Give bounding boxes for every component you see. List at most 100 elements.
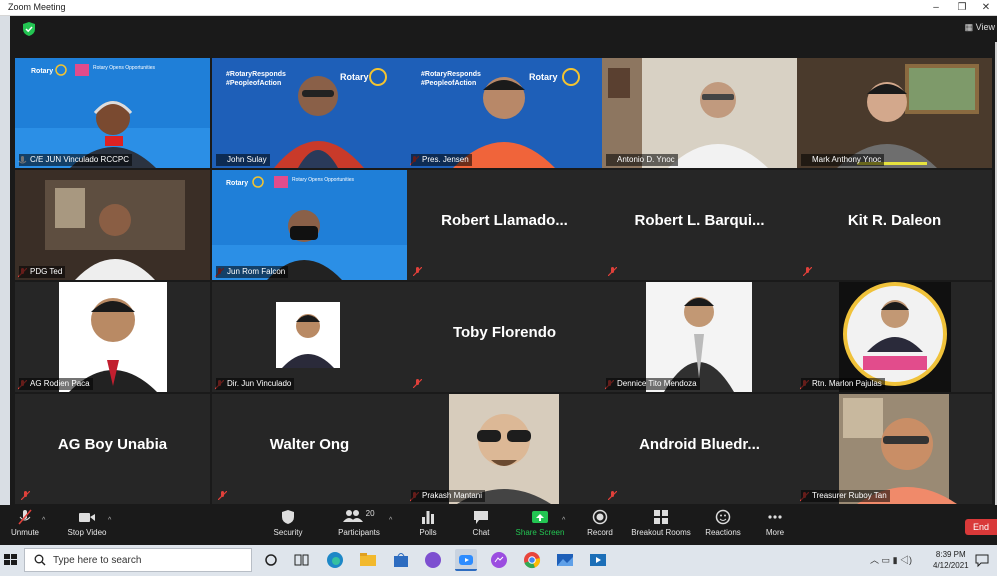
grid-view-icon: ▦ xyxy=(964,22,974,32)
store-icon[interactable] xyxy=(390,549,412,571)
reactions-smiley-icon xyxy=(715,509,731,525)
breakout-rooms-button[interactable]: Breakout Rooms xyxy=(630,509,692,537)
participant-tile[interactable]: Walter Ong xyxy=(212,394,407,504)
participant-tile[interactable]: Toby Florendo xyxy=(407,282,602,392)
participant-tile[interactable]: Robert L. Barqui... xyxy=(602,170,797,280)
participant-tile[interactable]: Antonio D. Ynoc xyxy=(602,58,797,168)
end-meeting-button[interactable]: End xyxy=(965,519,997,535)
chrome-icon[interactable] xyxy=(521,549,543,571)
participant-tile[interactable]: Mark Anthony Ynoc xyxy=(797,58,992,168)
polls-icon xyxy=(422,511,434,524)
encryption-shield-icon[interactable] xyxy=(23,22,35,36)
participant-photo xyxy=(15,282,210,392)
windows-start-icon[interactable] xyxy=(0,548,22,572)
polls-button[interactable]: Polls xyxy=(412,509,444,537)
participant-tile[interactable]: Treasurer Ruboy Tan xyxy=(797,394,992,504)
participant-name: Dir. Jun Vinculado xyxy=(216,378,295,390)
video-options-chevron-icon[interactable]: ^ xyxy=(108,517,111,524)
participant-tile[interactable]: Rtn. Marlon Pajulas xyxy=(797,282,992,392)
record-icon xyxy=(592,509,608,525)
hashtag-text: #PeopleofAction xyxy=(226,80,281,87)
clock-date: 4/12/2021 xyxy=(933,561,969,570)
hashtag-text: #RotaryResponds xyxy=(421,71,481,78)
participant-name-display: Walter Ong xyxy=(269,436,350,453)
edge-browser-icon[interactable] xyxy=(324,549,346,571)
participant-tile[interactable]: Rotary Rotary Opens Opportunities C/E JU… xyxy=(15,58,210,168)
participant-name: Antonio D. Ynoc xyxy=(606,154,678,166)
more-button[interactable]: More xyxy=(760,509,790,537)
view-button[interactable]: ▦ View xyxy=(965,22,995,33)
muted-mic-icon xyxy=(18,509,32,525)
participant-tile[interactable]: Robert Llamado... xyxy=(407,170,602,280)
viber-icon[interactable] xyxy=(422,549,444,571)
participant-tile[interactable]: #RotaryResponds #PeopleofAction Rotary P… xyxy=(407,58,602,168)
system-tray[interactable]: ︿ ▭ ▮ ◁) xyxy=(870,553,912,566)
participant-tile[interactable]: Dir. Jun Vinculado xyxy=(212,282,407,392)
participant-name-display: Robert L. Barqui... xyxy=(634,212,765,229)
taskbar-search-input[interactable]: Type here to search xyxy=(24,548,252,572)
battery-icon[interactable]: ▮ xyxy=(893,555,898,565)
reactions-button[interactable]: Reactions xyxy=(703,509,743,537)
screen: Zoom Meeting – ❐ ✕ ▦ View Rotary Rotary … xyxy=(0,0,997,576)
notifications-icon[interactable] xyxy=(972,549,992,571)
task-view-icon[interactable] xyxy=(290,549,312,571)
photos-app-icon[interactable] xyxy=(554,549,576,571)
rotary-logo-text: Rotary xyxy=(31,68,53,75)
hashtag-text: #RotaryResponds xyxy=(226,71,286,78)
participant-name: Mark Anthony Ynoc xyxy=(801,154,885,166)
participant-tile[interactable]: #RotaryResponds #PeopleofAction Rotary J… xyxy=(212,58,407,168)
clock-time: 8:39 PM xyxy=(935,550,966,559)
participant-name: AG Rodien Paca xyxy=(19,378,93,390)
zoom-app-icon[interactable] xyxy=(455,549,477,571)
rotary-tagline: Rotary Opens Opportunities xyxy=(93,65,155,71)
network-icon[interactable]: ▭ xyxy=(882,555,891,565)
chat-button[interactable]: Chat xyxy=(466,509,496,537)
participants-options-chevron-icon[interactable]: ^ xyxy=(389,517,392,524)
participant-tile[interactable]: AG Boy Unabia xyxy=(15,394,210,504)
participant-tile[interactable]: AG Rodien Paca xyxy=(15,282,210,392)
participants-icon xyxy=(343,510,364,522)
participant-video: Rotary Rotary Opens Opportunities xyxy=(15,58,210,168)
participant-tile[interactable]: PDG Ted xyxy=(15,170,210,280)
participant-name: PDG Ted xyxy=(19,266,66,278)
media-player-icon[interactable] xyxy=(587,549,609,571)
file-explorer-icon[interactable] xyxy=(357,549,379,571)
unmute-button[interactable]: Unmute xyxy=(8,509,42,537)
minimize-button[interactable]: – xyxy=(925,0,947,16)
participants-count: 20 xyxy=(365,509,375,518)
tray-chevron-icon[interactable]: ︿ xyxy=(870,555,879,565)
volume-icon[interactable]: ◁) xyxy=(900,555,912,565)
messenger-icon[interactable] xyxy=(488,549,510,571)
share-screen-button[interactable]: Share Screen xyxy=(514,509,566,537)
participants-button[interactable]: 20 Participants xyxy=(335,509,383,537)
participant-photo xyxy=(602,282,797,392)
desktop-edge xyxy=(0,16,10,546)
cortana-icon[interactable] xyxy=(260,549,282,571)
participant-name: Treasurer Ruboy Tan xyxy=(801,490,890,502)
participant-name-display: AG Boy Unabia xyxy=(57,436,168,453)
participant-tile[interactable]: Prakash Mantani xyxy=(407,394,602,504)
participant-photo xyxy=(212,282,407,392)
participant-tile[interactable]: Dennice Tito Mendoza xyxy=(602,282,797,392)
record-button[interactable]: Record xyxy=(584,509,616,537)
participant-name: Prakash Mantani xyxy=(411,490,486,502)
maximize-button[interactable]: ❐ xyxy=(951,0,973,16)
taskbar-clock[interactable]: 8:39 PM 4/12/2021 xyxy=(933,549,969,571)
muted-mic-icon xyxy=(608,267,617,276)
rotary-logo-text: Rotary xyxy=(340,72,369,82)
stop-video-button[interactable]: Stop Video xyxy=(62,509,112,537)
security-button[interactable]: Security xyxy=(268,509,308,537)
windows-taskbar: Type here to search ︿ ▭ ▮ ◁) 8:39 PM 4/1… xyxy=(0,545,997,576)
participant-name: C/E JUN Vinculado RCCPC xyxy=(19,154,132,166)
participant-video xyxy=(15,170,210,280)
participant-name-display: Toby Florendo xyxy=(452,324,557,341)
participant-tile[interactable]: Kit R. Daleon xyxy=(797,170,992,280)
window-title: Zoom Meeting xyxy=(8,2,66,12)
participant-tile[interactable]: Rotary Rotary Opens Opportunities Jun Ro… xyxy=(212,170,407,280)
participant-tile[interactable]: Android Bluedr... xyxy=(602,394,797,504)
search-placeholder: Type here to search xyxy=(53,555,142,566)
audio-options-chevron-icon[interactable]: ^ xyxy=(42,517,45,524)
close-button[interactable]: ✕ xyxy=(975,0,997,16)
share-options-chevron-icon[interactable]: ^ xyxy=(562,517,565,524)
participant-name: Rtn. Marlon Pajulas xyxy=(801,378,885,390)
